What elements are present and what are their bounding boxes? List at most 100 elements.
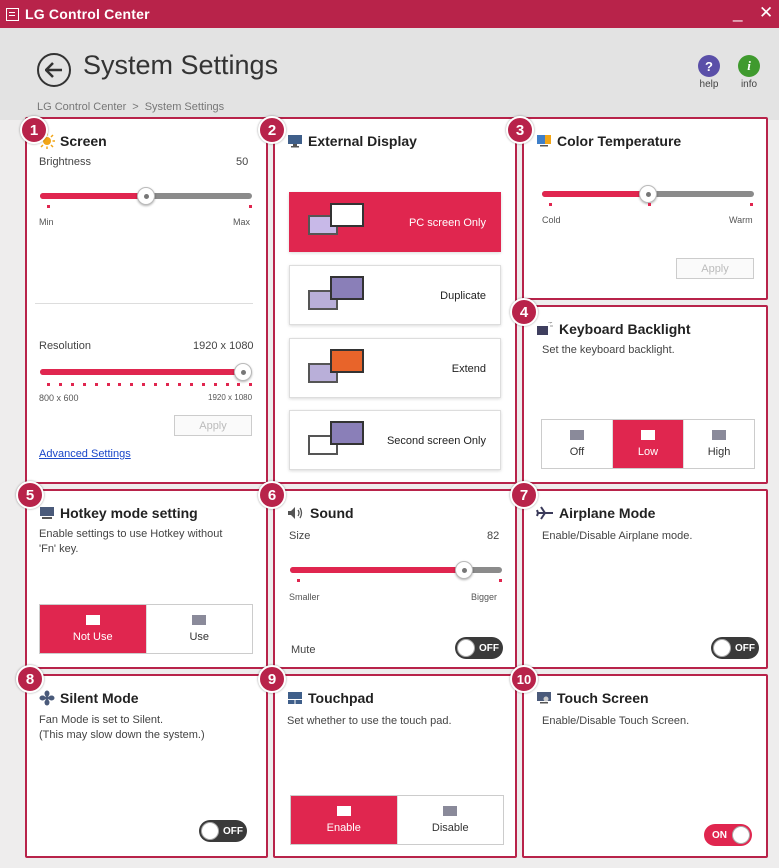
- advanced-settings-link[interactable]: Advanced Settings: [39, 448, 131, 460]
- hotkey-on-icon: [192, 615, 207, 625]
- touchpad-enable-option[interactable]: Enable: [291, 796, 398, 844]
- resolution-tick: [82, 383, 86, 386]
- mute-toggle[interactable]: OFF: [455, 637, 503, 659]
- hotkey-mode-card: Hotkey mode setting Enable settings to u…: [25, 489, 268, 669]
- breadcrumb-separator: >: [132, 101, 139, 113]
- touch-screen-toggle[interactable]: ON: [704, 824, 752, 846]
- airplane-icon: [536, 506, 553, 520]
- resolution-tick: [58, 383, 62, 386]
- screen-title-label: Screen: [60, 133, 107, 149]
- brightness-slider[interactable]: [40, 187, 252, 205]
- help-button[interactable]: ? help: [689, 55, 729, 90]
- monitor-icon: [330, 349, 364, 373]
- backlight-low-option[interactable]: Low: [613, 420, 684, 468]
- back-arrow-icon: [45, 62, 62, 78]
- color-apply-button[interactable]: Apply: [676, 258, 754, 279]
- display-option-label: PC screen Only: [408, 217, 486, 229]
- touchpad-title: Touchpad: [287, 690, 374, 706]
- touchpad-card: Touchpad Set whether to use the touch pa…: [273, 674, 517, 858]
- brightness-min-label: Min: [39, 217, 54, 227]
- brightness-min-tick: [47, 205, 50, 208]
- airplane-mode-title-label: Airplane Mode: [559, 505, 656, 521]
- close-button[interactable]: ✕: [759, 3, 773, 23]
- sound-title-label: Sound: [310, 505, 354, 521]
- silent-mode-toggle[interactable]: OFF: [199, 820, 247, 842]
- resolution-label: Resolution: [39, 340, 91, 352]
- info-button[interactable]: i info: [729, 55, 769, 90]
- badge-7: 7: [510, 481, 538, 509]
- touchpad-description: Set whether to use the touch pad.: [287, 715, 452, 727]
- breadcrumb: LG Control Center > System Settings: [37, 101, 224, 113]
- keyboard-backlight-title-label: Keyboard Backlight: [559, 321, 691, 337]
- resolution-tick: [166, 383, 169, 386]
- display-option-label: Duplicate: [440, 290, 486, 302]
- minimize-button[interactable]: _: [733, 3, 742, 23]
- resolution-slider[interactable]: [40, 363, 252, 381]
- display-option-second-screen-only[interactable]: Second screen Only: [289, 410, 501, 470]
- airplane-mode-toggle[interactable]: OFF: [711, 637, 759, 659]
- color-mid-tick: [648, 203, 651, 206]
- info-icon: i: [738, 55, 760, 77]
- breadcrumb-root[interactable]: LG Control Center: [37, 101, 126, 113]
- resolution-max-label: 1920 x 1080: [208, 393, 253, 402]
- external-display-title: External Display: [287, 133, 417, 149]
- bigger-label: Bigger: [471, 592, 498, 602]
- touchpad-icon: [288, 692, 302, 704]
- screen-divider: [35, 303, 253, 304]
- hotkey-off-icon: [85, 615, 100, 625]
- cold-label: Cold: [542, 215, 561, 225]
- badge-2: 2: [258, 116, 286, 144]
- color-temperature-thumb[interactable]: [639, 185, 657, 203]
- external-display-card: External Display PC screen Only Duplicat…: [273, 117, 517, 484]
- mute-toggle-state: OFF: [479, 642, 499, 654]
- resolution-tick: [47, 383, 50, 386]
- display-option-pc-screen-only[interactable]: PC screen Only: [289, 192, 501, 252]
- brightness-fill: [40, 193, 146, 199]
- badge-10: 10: [510, 665, 538, 693]
- badge-5: 5: [16, 481, 44, 509]
- hotkey-description-line2: 'Fn' key.: [39, 543, 79, 555]
- back-button[interactable]: [37, 53, 71, 87]
- screen-title: Screen: [39, 133, 107, 149]
- volume-slider[interactable]: [290, 561, 502, 579]
- hotkey-use-label: Use: [189, 631, 210, 643]
- silent-mode-title: Silent Mode: [39, 690, 139, 706]
- resolution-thumb[interactable]: [234, 363, 252, 381]
- touch-screen-icon: [537, 692, 551, 704]
- touchpad-on-icon: [336, 806, 351, 816]
- display-option-label: Second screen Only: [386, 435, 486, 447]
- sound-size-value: 82: [487, 530, 500, 542]
- resolution-tick: [106, 383, 110, 386]
- page-title: System Settings: [83, 50, 279, 80]
- touch-screen-title: Touch Screen: [536, 690, 649, 706]
- color-warm-tick: [750, 203, 753, 206]
- display-option-extend[interactable]: Extend: [289, 338, 501, 398]
- airplane-mode-title: Airplane Mode: [536, 505, 655, 521]
- breadcrumb-current: System Settings: [144, 101, 225, 113]
- screen-apply-button[interactable]: Apply: [174, 415, 252, 436]
- volume-thumb[interactable]: [455, 561, 473, 579]
- silent-description-line2: (This may slow down the system.): [39, 729, 205, 741]
- resolution-tick: [94, 383, 98, 386]
- color-temperature-slider[interactable]: [542, 185, 754, 203]
- resolution-fill: [40, 369, 242, 375]
- hotkey-icon: [40, 507, 54, 519]
- touch-screen-card: Touch Screen Enable/Disable Touch Screen…: [522, 674, 768, 858]
- airplane-mode-description: Enable/Disable Airplane mode.: [542, 530, 693, 542]
- color-temperature-icon: [537, 135, 551, 147]
- hotkey-use-option[interactable]: Use: [147, 605, 253, 653]
- backlight-off-option[interactable]: Off: [542, 420, 613, 468]
- backlight-high-label: High: [707, 446, 731, 458]
- brightness-thumb[interactable]: [137, 187, 155, 205]
- airplane-mode-card: Airplane Mode Enable/Disable Airplane mo…: [522, 489, 768, 669]
- toggle-knob: [713, 639, 731, 657]
- backlight-high-option[interactable]: High: [684, 420, 754, 468]
- touchpad-disable-option[interactable]: Disable: [398, 796, 504, 844]
- color-temperature-fill: [542, 191, 648, 197]
- hotkey-description-line1: Enable settings to use Hotkey without: [39, 528, 223, 540]
- hotkey-not-use-option[interactable]: Not Use: [40, 605, 147, 653]
- display-option-duplicate[interactable]: Duplicate: [289, 265, 501, 325]
- touchpad-selector: Enable Disable: [290, 795, 504, 845]
- keyboard-backlight-selector: Off Low High: [541, 419, 755, 469]
- resolution-tick: [130, 383, 134, 386]
